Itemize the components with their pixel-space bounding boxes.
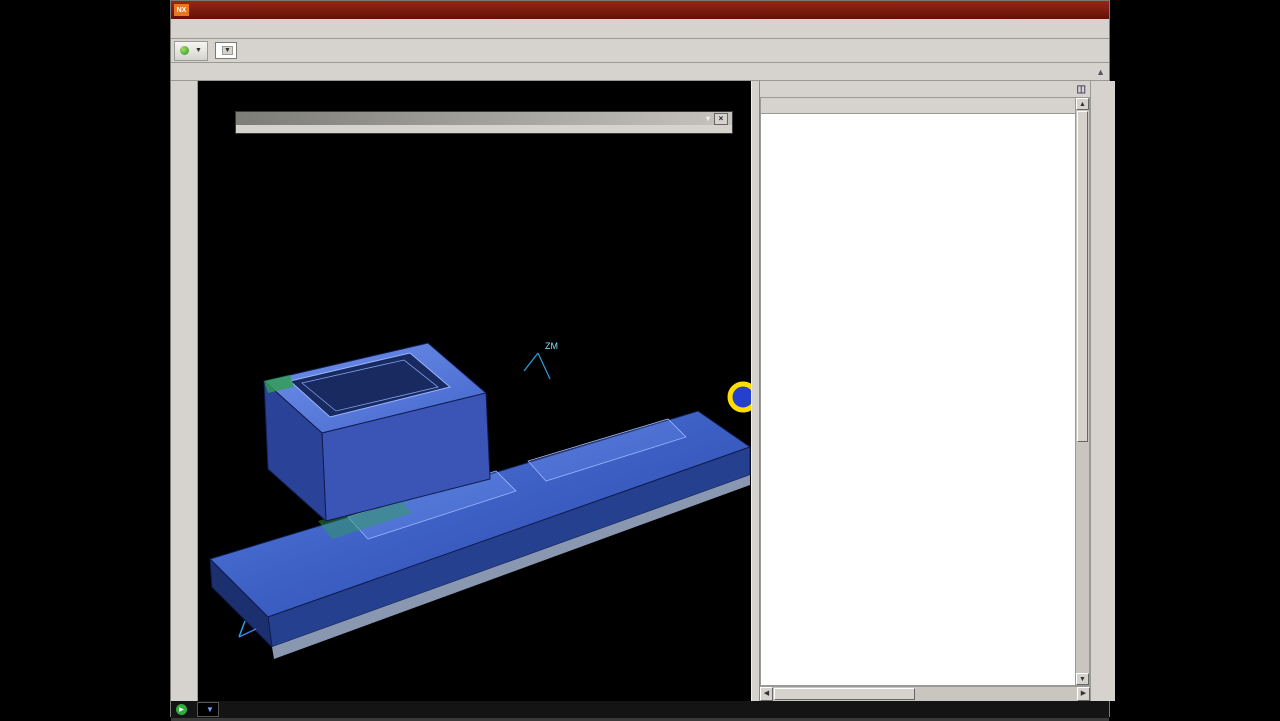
menu-bar <box>171 19 1109 39</box>
scrollbar-thumb[interactable] <box>774 688 915 700</box>
start-icon <box>180 46 189 55</box>
operation-toolbar-titlebar[interactable]: ▾ × <box>236 112 732 125</box>
bottom-bar: ▶ ▼ <box>171 701 1109 718</box>
navigator-rows <box>761 114 1075 685</box>
cue-bar: ▲ <box>171 63 1109 81</box>
horizontal-scrollbar[interactable]: ◀ ▶ <box>760 686 1090 701</box>
chevron-down-icon: ▼ <box>221 46 233 55</box>
selection-scope-dropdown[interactable]: ▼ <box>197 702 219 717</box>
chevron-icon[interactable]: ▾ <box>706 114 710 123</box>
close-icon[interactable]: × <box>714 112 728 125</box>
nx-logo-icon: NX <box>174 4 189 16</box>
operation-toolbar[interactable]: ▾ × <box>235 111 733 134</box>
navigator-column-header <box>761 98 1075 114</box>
main-toolbar: ▼ ▼ <box>171 39 1109 63</box>
start-button[interactable]: ▼ <box>174 40 208 61</box>
scroll-right-icon[interactable]: ▶ <box>1077 687 1090 701</box>
scroll-down-icon[interactable]: ▼ <box>1076 673 1089 685</box>
layer-combo[interactable]: ▼ <box>214 42 237 59</box>
wcs-zm-label: ZM <box>545 341 558 351</box>
collapse-arrow-icon[interactable]: ▲ <box>1096 67 1105 77</box>
nx-application-window: NX ▼ ▼ ▲ ZM ▾ × ◫ ▲ ▼ ◀ ▶ ▶ ▼ <box>170 0 1115 721</box>
scroll-up-icon[interactable]: ▲ <box>1076 98 1089 110</box>
panel-splitter[interactable] <box>751 81 760 701</box>
drag-handle-ball <box>727 381 751 413</box>
title-bar: NX <box>171 1 1109 19</box>
scroll-left-icon[interactable]: ◀ <box>760 687 773 701</box>
navigator-view-icon[interactable]: ◫ <box>1077 84 1086 95</box>
chevron-down-icon: ▼ <box>195 47 202 54</box>
graphics-viewport[interactable]: ZM ▾ × <box>198 81 751 701</box>
scrollbar-thumb[interactable] <box>1077 111 1088 442</box>
vertical-scrollbar[interactable]: ▲ ▼ <box>1075 97 1090 686</box>
operation-navigator-panel: ◫ ▲ ▼ ◀ ▶ <box>760 81 1090 701</box>
resource-bar-dock <box>1090 81 1115 701</box>
cad-model: ZM <box>209 341 751 659</box>
play-icon[interactable]: ▶ <box>176 704 187 715</box>
left-toolbar-dock <box>171 81 198 701</box>
chevron-down-icon: ▼ <box>206 705 214 714</box>
